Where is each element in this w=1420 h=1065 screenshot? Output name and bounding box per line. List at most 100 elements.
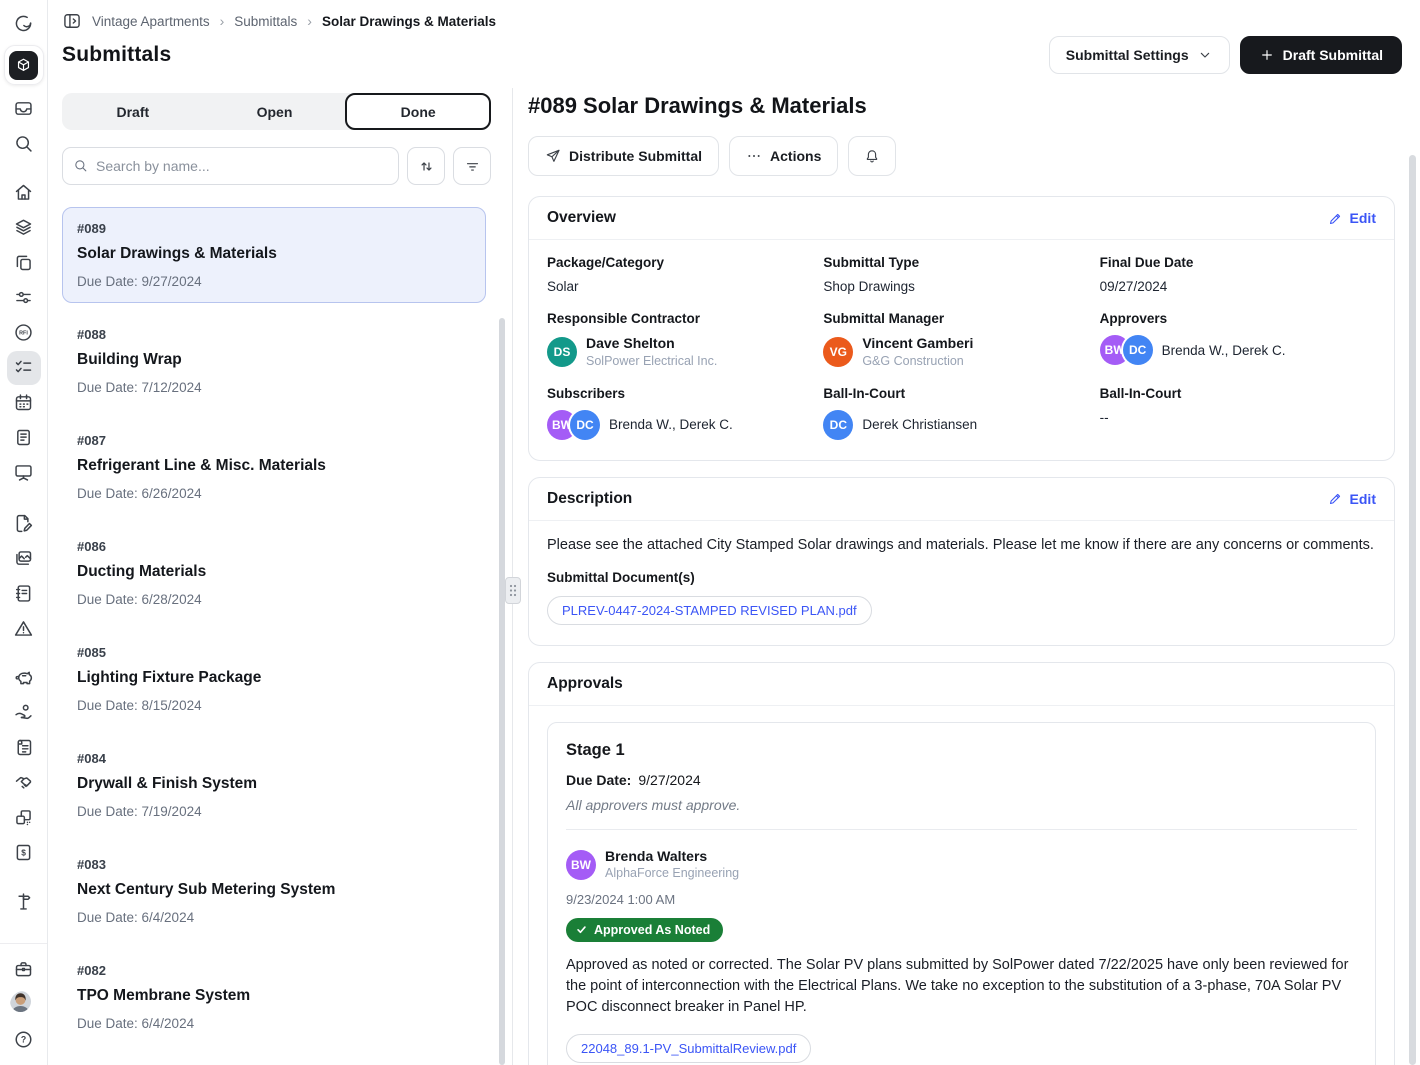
overview-edit-button[interactable]: Edit bbox=[1328, 210, 1376, 226]
rail-item-contracts[interactable] bbox=[0, 730, 47, 765]
rail-item-invoices[interactable]: $ bbox=[0, 835, 47, 870]
approval-attachment-link[interactable]: 22048_89.1-PV_SubmittalReview.pdf bbox=[566, 1034, 811, 1063]
breadcrumb-section[interactable]: Submittals bbox=[234, 14, 297, 29]
drag-handle-icon bbox=[509, 584, 517, 597]
rail-item-daily-log[interactable] bbox=[0, 576, 47, 611]
rail-item-photos[interactable] bbox=[0, 541, 47, 576]
rail-item-rfi[interactable]: RFI bbox=[0, 315, 47, 350]
field-approvers: Approvers BW DC Brenda W., Derek C. bbox=[1100, 311, 1376, 369]
submittal-due-date: Due Date: 7/12/2024 bbox=[77, 380, 471, 395]
rail-item-home[interactable] bbox=[0, 175, 47, 210]
topbar-actions: Submittal Settings Draft Submittal bbox=[1049, 36, 1402, 74]
list-item[interactable]: #089 Solar Drawings & Materials Due Date… bbox=[62, 207, 486, 303]
field-final-due-date: Final Due Date 09/27/2024 bbox=[1100, 255, 1376, 294]
document-link[interactable]: PLREV-0447-2024-STAMPED REVISED PLAN.pdf bbox=[547, 596, 872, 625]
submittal-settings-label: Submittal Settings bbox=[1066, 47, 1189, 63]
filter-button[interactable] bbox=[453, 147, 491, 185]
inbox-icon bbox=[13, 98, 34, 119]
rail-item-specifications[interactable] bbox=[0, 420, 47, 455]
rail-item-presentation[interactable] bbox=[0, 455, 47, 490]
search-box bbox=[62, 147, 399, 185]
submittal-title: Lighting Fixture Package bbox=[77, 669, 471, 687]
rail-item-commitments[interactable] bbox=[0, 765, 47, 800]
panel-resize-handle[interactable] bbox=[505, 577, 521, 604]
stage-due-label: Due Date: bbox=[566, 772, 631, 788]
rail-item-calendar[interactable] bbox=[0, 385, 47, 420]
rail-item-directions[interactable] bbox=[0, 884, 47, 919]
pencil-icon bbox=[1328, 211, 1343, 226]
rail-item-inbox[interactable] bbox=[0, 91, 47, 126]
sort-button[interactable] bbox=[407, 147, 445, 185]
field-submittal-manager: Submittal Manager VG Vincent Gamberi G&G… bbox=[823, 311, 1099, 369]
stage-title: Stage 1 bbox=[566, 741, 1357, 760]
rail-item-workflow[interactable] bbox=[0, 280, 47, 315]
person-name: Vincent Gamberi bbox=[862, 335, 973, 353]
status-tabs: Draft Open Done bbox=[62, 93, 491, 130]
submittal-settings-button[interactable]: Submittal Settings bbox=[1049, 36, 1230, 74]
tab-draft[interactable]: Draft bbox=[62, 93, 204, 130]
rail-item-payments[interactable] bbox=[0, 695, 47, 730]
actions-button[interactable]: Actions bbox=[729, 136, 838, 176]
actions-label: Actions bbox=[770, 148, 821, 164]
list-item[interactable]: #084 Drywall & Finish System Due Date: 7… bbox=[62, 737, 486, 833]
search-input[interactable] bbox=[62, 147, 399, 185]
rail-item-search[interactable] bbox=[0, 126, 47, 161]
rail-item-budget-codes[interactable] bbox=[0, 800, 47, 835]
signpost-icon bbox=[13, 891, 34, 912]
rail-item-layers[interactable] bbox=[0, 210, 47, 245]
field-value: Shop Drawings bbox=[823, 279, 1099, 294]
avatar: DS bbox=[547, 337, 577, 367]
list-scrollbar[interactable] bbox=[499, 318, 505, 1065]
briefcase-icon bbox=[13, 959, 34, 980]
rail-item-company[interactable] bbox=[0, 952, 47, 987]
field-package-category: Package/Category Solar bbox=[547, 255, 823, 294]
submittal-due-date: Due Date: 6/4/2024 bbox=[77, 910, 471, 925]
submittal-number: #088 bbox=[77, 327, 471, 342]
list-item[interactable]: #087 Refrigerant Line & Misc. Materials … bbox=[62, 419, 486, 515]
submittal-title: Building Wrap bbox=[77, 351, 471, 369]
submittal-due-date: Due Date: 9/27/2024 bbox=[77, 274, 471, 289]
list-item[interactable]: #088 Building Wrap Due Date: 7/12/2024 bbox=[62, 313, 486, 409]
rail-item-submittals[interactable] bbox=[0, 350, 47, 385]
draft-submittal-label: Draft Submittal bbox=[1283, 47, 1383, 63]
field-subscribers: Subscribers BW DC Brenda W., Derek C. bbox=[547, 386, 823, 440]
description-text: Please see the attached City Stamped Sol… bbox=[547, 537, 1376, 553]
submittal-number: #086 bbox=[77, 539, 471, 554]
rail-item-documents[interactable] bbox=[0, 245, 47, 280]
subscriber-names: Brenda W., Derek C. bbox=[609, 417, 733, 432]
rail-item-issues[interactable] bbox=[0, 611, 47, 646]
avatar: DC bbox=[823, 410, 853, 440]
contract-icon bbox=[13, 737, 34, 758]
breadcrumb-project[interactable]: Vintage Apartments bbox=[92, 14, 210, 29]
field-value: Solar bbox=[547, 279, 823, 294]
rail-item-project-app[interactable] bbox=[4, 45, 44, 85]
description-edit-button[interactable]: Edit bbox=[1328, 491, 1376, 507]
notifications-button[interactable] bbox=[848, 136, 896, 176]
draft-submittal-button[interactable]: Draft Submittal bbox=[1240, 36, 1402, 74]
cube-app-icon bbox=[15, 57, 32, 74]
overview-title: Overview bbox=[547, 209, 616, 227]
description-title: Description bbox=[547, 490, 632, 508]
rfi-icon: RFI bbox=[13, 322, 34, 343]
bell-icon bbox=[864, 148, 880, 164]
list-item[interactable]: #083 Next Century Sub Metering System Du… bbox=[62, 843, 486, 939]
approver-names: Brenda W., Derek C. bbox=[1162, 343, 1286, 358]
main-scrollbar[interactable] bbox=[1409, 155, 1416, 1065]
person-company: SolPower Electrical Inc. bbox=[586, 353, 717, 369]
rail-item-help[interactable]: ? bbox=[0, 1022, 47, 1057]
tab-done[interactable]: Done bbox=[345, 93, 491, 130]
rail-bottom-section: ? bbox=[0, 943, 47, 1057]
list-item[interactable]: #082 TPO Membrane System Due Date: 6/4/2… bbox=[62, 949, 486, 1045]
rail-item-profile[interactable] bbox=[0, 987, 47, 1022]
search-icon bbox=[73, 158, 88, 173]
sidebar-toggle-icon[interactable] bbox=[62, 11, 82, 31]
rail-item-budget-bank[interactable] bbox=[0, 660, 47, 695]
rail-item-drawings[interactable] bbox=[0, 506, 47, 541]
field-value: 09/27/2024 bbox=[1100, 279, 1376, 294]
list-item[interactable]: #086 Ducting Materials Due Date: 6/28/20… bbox=[62, 525, 486, 621]
list-item[interactable]: #085 Lighting Fixture Package Due Date: … bbox=[62, 631, 486, 727]
tab-open[interactable]: Open bbox=[204, 93, 346, 130]
approvals-card: Approvals Stage 1 Due Date:9/27/2024 All… bbox=[528, 662, 1395, 1065]
distribute-submittal-button[interactable]: Distribute Submittal bbox=[528, 136, 719, 176]
rail-item-brand[interactable] bbox=[0, 6, 47, 41]
